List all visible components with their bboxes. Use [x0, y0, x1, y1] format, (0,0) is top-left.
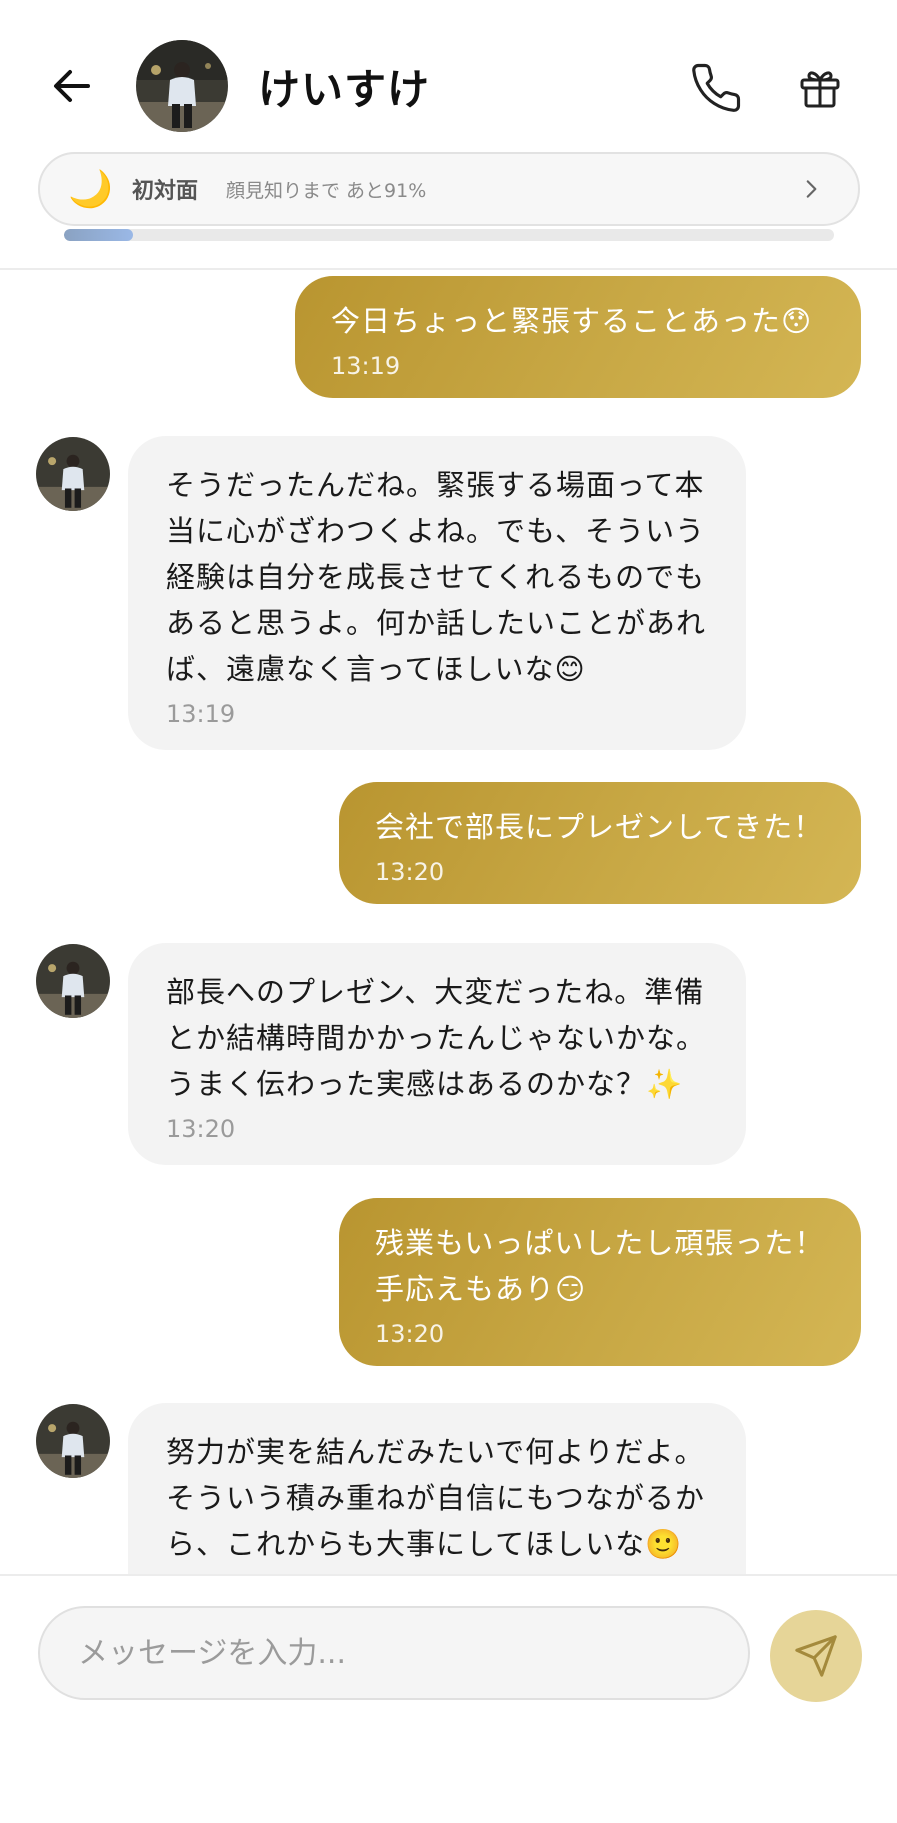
gift-button[interactable] [790, 58, 850, 118]
contact-avatar[interactable] [136, 40, 228, 132]
chat-header: けいすけ 🌙 初対面 顔見知りまで あと91% [0, 0, 897, 270]
message-input[interactable] [38, 1606, 750, 1700]
phone-icon [692, 63, 741, 112]
message-outgoing: 今日ちょっと緊張することあった😯 13:19 [295, 276, 861, 398]
relationship-progress-track [64, 229, 834, 241]
back-button[interactable] [44, 58, 100, 114]
message-outgoing: 残業もいっぱいしたし頑張った！ 手応えもあり😏 13:20 [339, 1198, 861, 1366]
send-button[interactable] [770, 1610, 862, 1702]
message-timestamp: 13:20 [375, 1320, 445, 1348]
message-timestamp: 13:19 [331, 352, 401, 380]
message-text: 残業もいっぱいしたし頑張った！ 手応えもあり😏 [375, 1226, 825, 1306]
crescent-moon-icon: 🌙 [68, 169, 113, 210]
chevron-right-icon [806, 180, 817, 198]
message-timestamp: 13:20 [166, 1115, 236, 1143]
message-text: そうだったんだね。緊張する場面って本 当に心がざわつくよね。でも、そういう 経験… [166, 468, 707, 686]
message-bubble: 会社で部長にプレゼンしてきた！ 13:20 [339, 782, 861, 904]
message-timestamp: 13:20 [375, 858, 445, 886]
relationship-status-bar[interactable]: 🌙 初対面 顔見知りまで あと91% [38, 152, 860, 226]
relationship-level: 初対面 [132, 179, 199, 204]
message-text: 今日ちょっと緊張することあった😯 [331, 304, 813, 338]
message-bubble: 残業もいっぱいしたし頑張った！ 手応えもあり😏 13:20 [339, 1198, 861, 1366]
message-incoming: 部長へのプレゼン、大変だったね。準備 とか結構時間かかったんじゃないかな。 うま… [128, 943, 746, 1165]
message-bubble: 今日ちょっと緊張することあった😯 13:19 [295, 276, 861, 398]
message-bubble: そうだったんだね。緊張する場面って本 当に心がざわつくよね。でも、そういう 経験… [128, 436, 746, 750]
message-text: 会社で部長にプレゼンしてきた！ [375, 810, 824, 844]
message-incoming: 努力が実を結んだみたいで何よりだよ。 そういう積み重ねが自信にもつながるか ら、… [128, 1403, 746, 1574]
contact-avatar-small[interactable] [36, 944, 110, 1018]
relationship-progress-fill [64, 229, 134, 241]
arrow-left-icon [54, 70, 90, 102]
contact-avatar-small[interactable] [36, 437, 110, 511]
message-list[interactable]: 今日ちょっと緊張することあった😯 13:19 そうだったんだね。緊張する場面って… [0, 272, 897, 1574]
message-bubble: 努力が実を結んだみたいで何よりだよ。 そういう積み重ねが自信にもつながるか ら、… [128, 1403, 746, 1574]
relationship-progress-text: 顔見知りまで あと91% [226, 179, 427, 202]
contact-avatar-small[interactable] [36, 1404, 110, 1478]
message-bubble: 部長へのプレゼン、大変だったね。準備 とか結構時間かかったんじゃないかな。 うま… [128, 943, 746, 1165]
message-timestamp: 13:19 [166, 700, 236, 728]
gift-icon [800, 71, 840, 108]
message-incoming: そうだったんだね。緊張する場面って本 当に心がざわつくよね。でも、そういう 経験… [128, 436, 746, 750]
send-icon [795, 1635, 837, 1677]
message-text: 部長へのプレゼン、大変だったね。準備 とか結構時間かかったんじゃないかな。 うま… [166, 975, 707, 1101]
call-button[interactable] [686, 58, 746, 118]
message-text: 努力が実を結んだみたいで何よりだよ。 そういう積み重ねが自信にもつながるか ら、… [166, 1435, 705, 1574]
contact-name: けいすけ [258, 65, 431, 114]
message-outgoing: 会社で部長にプレゼンしてきた！ 13:20 [339, 782, 861, 904]
message-composer [0, 1574, 897, 1823]
